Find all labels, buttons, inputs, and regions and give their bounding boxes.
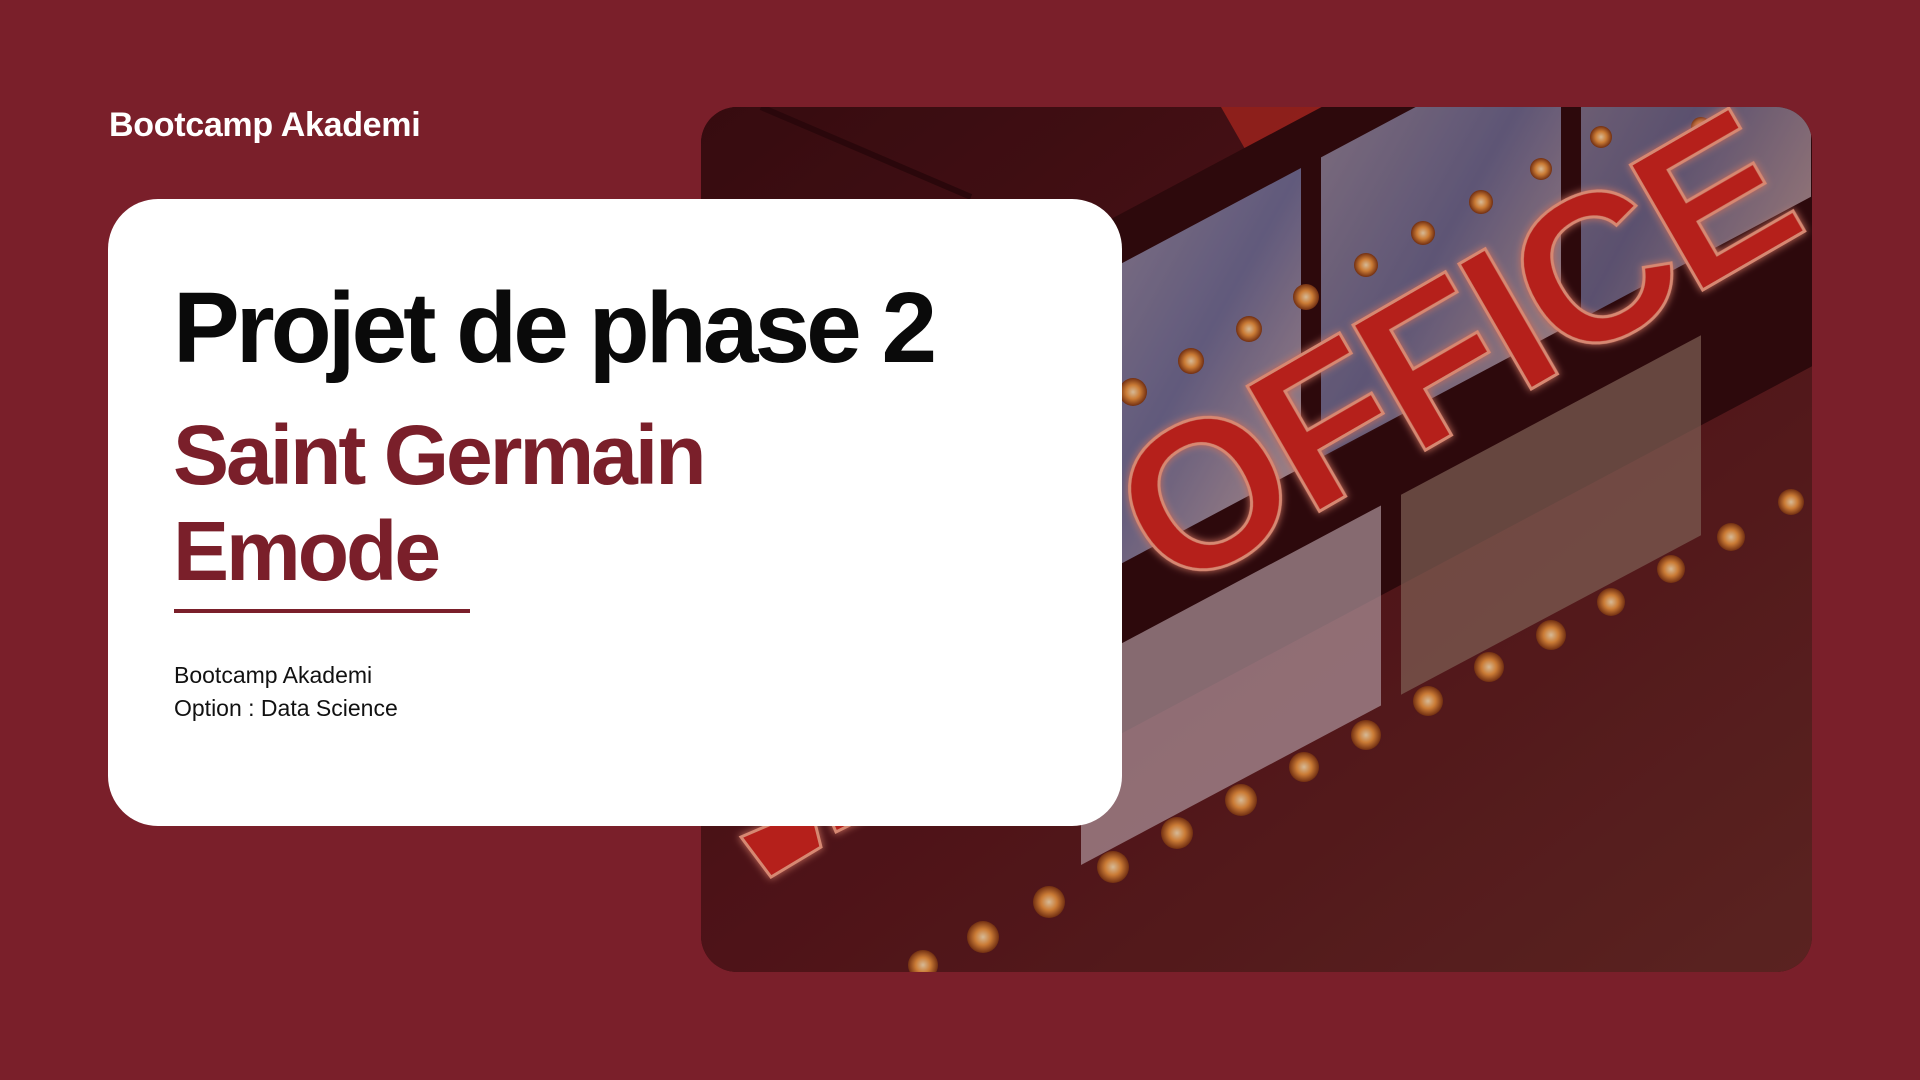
page-title: Projet de phase 2 — [173, 272, 937, 384]
subtitle-line-1: Saint Germain — [173, 408, 707, 502]
meta-school: Bootcamp Akademi — [174, 662, 373, 688]
project-subtitle: Saint Germain Emode — [173, 407, 707, 599]
meta-info: Bootcamp Akademi Option : Data Science — [174, 659, 398, 725]
title-card: Projet de phase 2 Saint Germain Emode Bo… — [108, 199, 1122, 826]
brand-label: Bootcamp Akademi — [109, 106, 421, 144]
meta-option: Option : Data Science — [174, 695, 398, 721]
slide: Bootcamp Akademi OFFICE Projet de phase … — [0, 0, 1920, 1080]
subtitle-line-2: Emode — [173, 504, 441, 598]
accent-divider — [174, 609, 470, 613]
